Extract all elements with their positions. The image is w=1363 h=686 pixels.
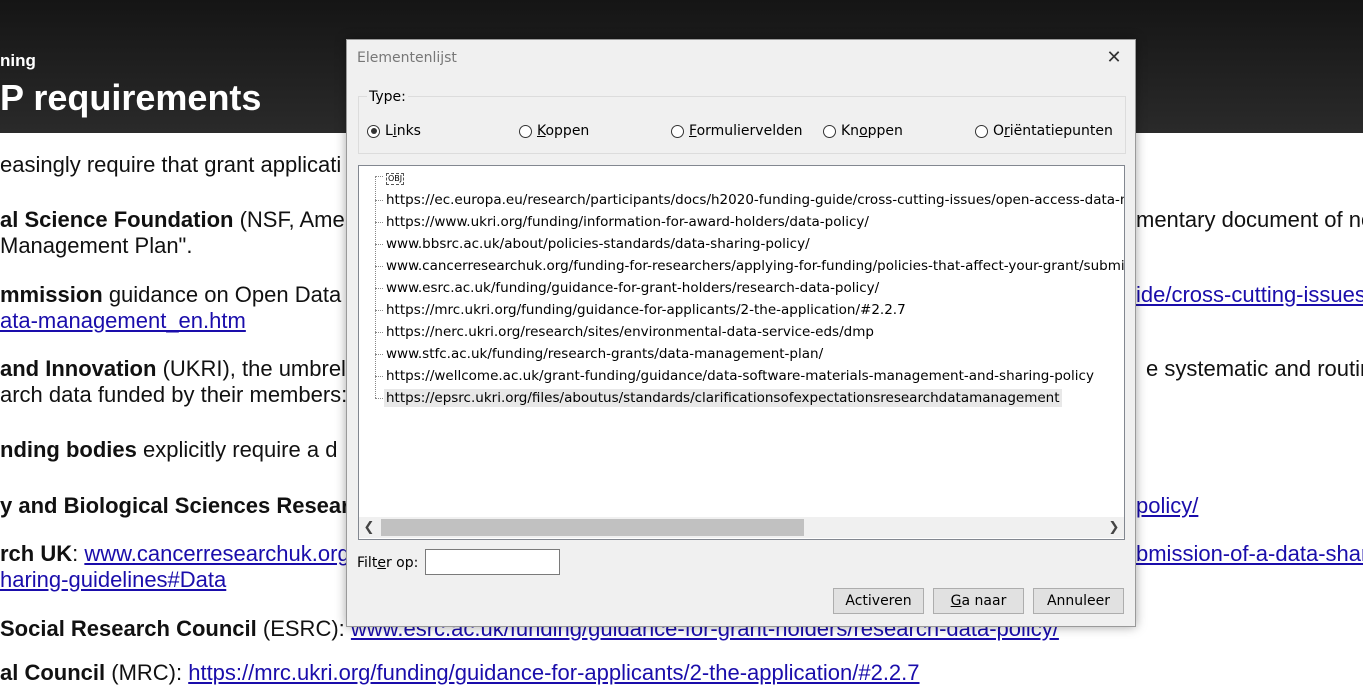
activate-button[interactable]: Activeren [833, 588, 924, 614]
ukri-text-line2: arch data funded by their members: [0, 382, 348, 407]
ukri-text-right: e systematic and routine [1146, 356, 1363, 381]
cruk-name: rch UK [0, 541, 73, 566]
nsf-text: (NSF, Ame [233, 207, 345, 232]
scrollbar-thumb[interactable] [381, 519, 804, 536]
paragraph-ec: mmission guidance on Open Data M [0, 282, 366, 308]
horizontal-scrollbar[interactable]: ❮ ❯ [359, 517, 1124, 538]
tree-link-item[interactable]: www.bbsrc.ac.uk/about/policies-standards… [384, 235, 812, 253]
type-group: Type: Links Koppen Formuliervelden Knopp… [358, 89, 1126, 154]
bbsrc-link-right[interactable]: policy/ [1136, 493, 1198, 519]
tree-link-item-selected[interactable]: https://epsrc.ukri.org/files/aboutus/sta… [384, 389, 1062, 407]
radio-unselected-icon [975, 124, 988, 138]
radio-headings-label: Koppen [537, 123, 590, 139]
tree-connector [375, 266, 383, 267]
radio-buttons[interactable]: Knoppen [823, 123, 903, 139]
mrc-name: al Council [0, 660, 106, 685]
type-label: Type: [367, 89, 408, 105]
scroll-right-icon[interactable]: ❯ [1106, 519, 1122, 536]
close-icon[interactable]: ✕ [1101, 47, 1127, 69]
ukri-name: and Innovation [0, 356, 157, 381]
radio-unselected-icon [823, 124, 836, 138]
radio-landmarks-label: Oriëntatiepunten [993, 123, 1113, 139]
obj-icon: OBJ [386, 173, 405, 185]
tree-connector [375, 310, 383, 311]
radio-selected-icon [367, 124, 380, 138]
tree-connector [375, 376, 383, 377]
paragraph-funders: nding bodies explicitly require a d [0, 437, 337, 463]
tree-connector [375, 354, 383, 355]
dialog-title: Elementenlijst [357, 50, 457, 66]
ec-link[interactable]: ata-management_en.htm [0, 308, 246, 334]
radio-unselected-icon [671, 124, 684, 138]
tree-connector [375, 222, 383, 223]
tree-connector [375, 288, 383, 289]
tree-link-item[interactable]: https://wellcome.ac.uk/grant-funding/gui… [384, 367, 1096, 385]
paragraph-nsf: al Science Foundation (NSF, Ame [0, 207, 345, 233]
page-title: P requirements [0, 77, 262, 118]
tree-link-item[interactable]: www.cancerresearchuk.org/funding-for-res… [384, 257, 1124, 275]
cruk-link-line2[interactable]: haring-guidelines#Data [0, 567, 226, 593]
radio-form-fields-label: Formuliervelden [689, 123, 803, 139]
elements-list-dialog: Elementenlijst ✕ Type: Links Koppen Form… [346, 39, 1136, 627]
cruk-colon: : [72, 541, 85, 566]
tree-root-obj[interactable]: OBJ [384, 168, 406, 186]
scroll-left-icon[interactable]: ❮ [361, 519, 377, 536]
mrc-text: (MRC): [105, 660, 189, 685]
paragraph-ukri: and Innovation (UKRI), the umbrel [0, 356, 346, 382]
esrc-name: Social Research Council [0, 616, 257, 641]
tree-connector [375, 398, 383, 399]
tree-link-item[interactable]: https://ec.europa.eu/research/participan… [384, 191, 1124, 209]
cancel-button[interactable]: Annuleer [1033, 588, 1124, 614]
tree-link-item[interactable]: https://mrc.ukri.org/funding/guidance-fo… [384, 301, 908, 319]
ec-name: mmission [0, 282, 103, 307]
links-tree[interactable]: OBJ https://ec.europa.eu/research/partic… [358, 165, 1125, 540]
tree-link-item[interactable]: www.stfc.ac.uk/funding/research-grants/d… [384, 345, 825, 363]
ukri-text: (UKRI), the umbrel [156, 356, 346, 381]
funders-bold: nding bodies [0, 437, 137, 462]
radio-links-label: Links [385, 123, 421, 139]
esrc-text: (ESRC): [256, 616, 351, 641]
tree-link-item[interactable]: https://nerc.ukri.org/research/sites/env… [384, 323, 876, 341]
paragraph-intro: easingly require that grant applicati [0, 152, 341, 178]
cruk-link-right[interactable]: bmission-of-a-data-shar [1136, 541, 1363, 567]
tree-connector [375, 244, 383, 245]
radio-links[interactable]: Links [367, 123, 421, 139]
tree-connector [375, 332, 383, 333]
mrc-link[interactable]: https://mrc.ukri.org/funding/guidance-fo… [188, 660, 919, 685]
tree-link-item[interactable]: https://www.ukri.org/funding/information… [384, 213, 871, 231]
ec-link-right[interactable]: ide/cross-cutting-issues [1136, 282, 1363, 308]
goto-button[interactable]: Ga naar [933, 588, 1024, 614]
tree-connector [375, 200, 383, 201]
bbsrc-line: y and Biological Sciences Resear [0, 493, 350, 519]
intro-text: easingly require that grant applicati [0, 152, 342, 177]
radio-form-fields[interactable]: Formuliervelden [671, 123, 802, 139]
page-subtitle: ning [0, 51, 36, 70]
nsf-text-right: mentary document of no [1136, 207, 1363, 232]
cruk-link[interactable]: www.cancerresearchuk.org [84, 541, 349, 566]
ec-text: guidance on Open Data M [102, 282, 366, 307]
filter-input[interactable] [425, 549, 560, 575]
nsf-text-line2: Management Plan". [0, 233, 193, 258]
radio-landmarks[interactable]: Oriëntatiepunten [975, 123, 1113, 139]
nsf-name: al Science Foundation [0, 207, 234, 232]
radio-buttons-label: Knoppen [841, 123, 903, 139]
filter-label: Filter op: [357, 555, 419, 571]
radio-unselected-icon [519, 124, 532, 138]
bbsrc-name: y and Biological Sciences Resear [0, 493, 350, 518]
mrc-line: al Council (MRC): https://mrc.ukri.org/f… [0, 660, 920, 686]
tree-link-item[interactable]: www.esrc.ac.uk/funding/guidance-for-gran… [384, 279, 881, 297]
radio-headings[interactable]: Koppen [519, 123, 589, 139]
funders-text: explicitly require a d [136, 437, 338, 462]
tree-connector [375, 176, 376, 398]
tree-connector [375, 176, 383, 177]
cruk-line: rch UK: www.cancerresearchuk.org [0, 541, 350, 567]
